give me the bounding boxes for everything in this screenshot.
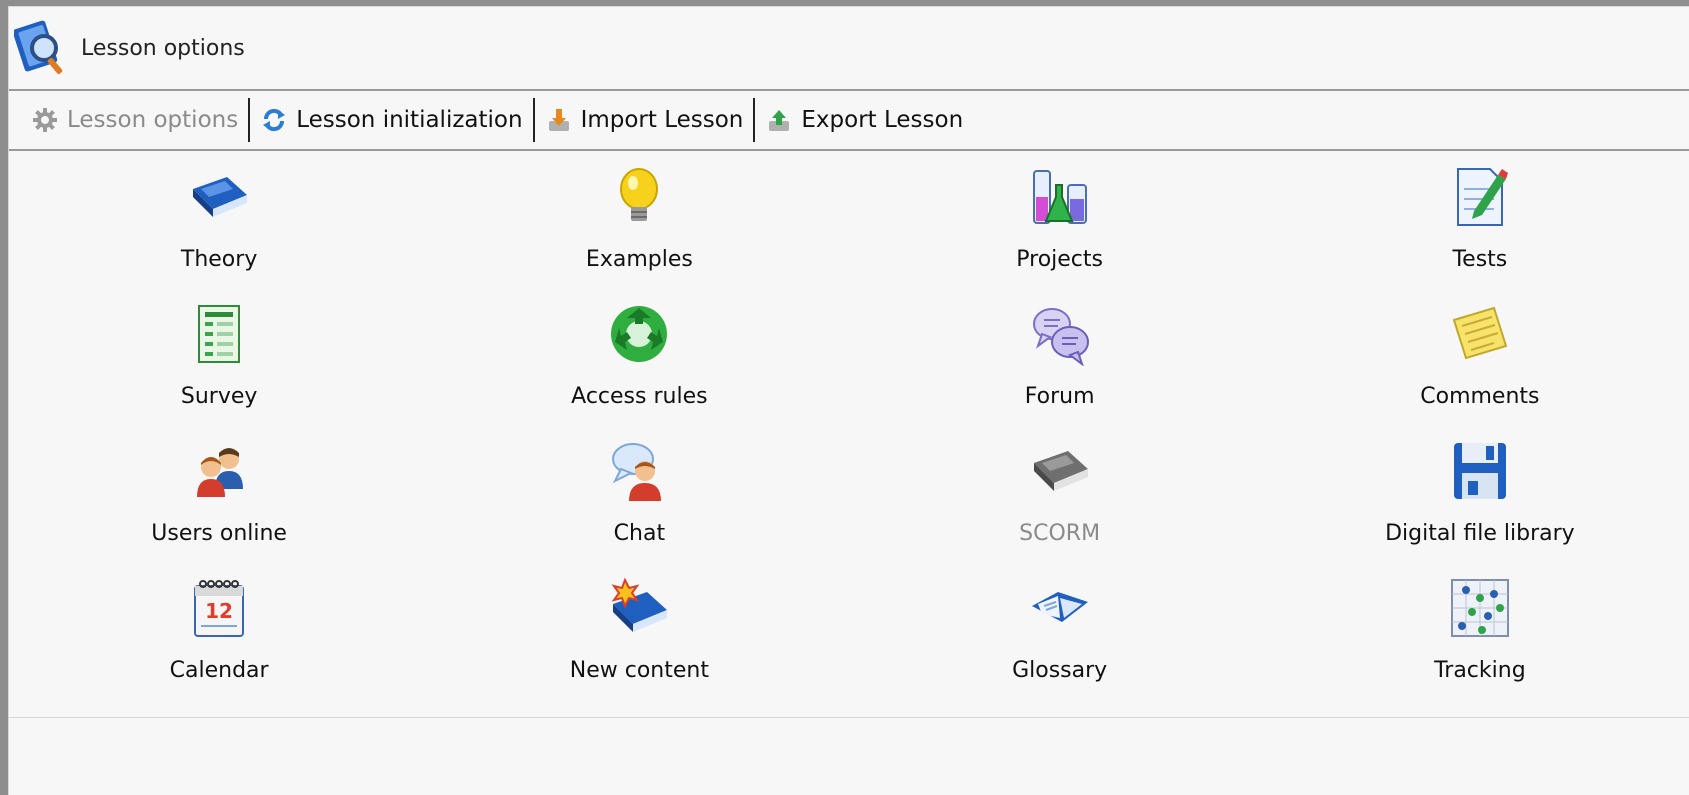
gray-book-icon (1024, 435, 1096, 507)
option-survey[interactable]: Survey (9, 298, 429, 435)
option-users-online[interactable]: Users online (9, 435, 429, 572)
option-label: Calendar (169, 658, 269, 683)
note-icon (1444, 298, 1516, 370)
toolbar-label: Export Lesson (801, 107, 964, 133)
tracking-grid-icon (1444, 572, 1516, 644)
refresh-icon (260, 106, 288, 134)
new-book-icon (603, 572, 675, 644)
users-icon (183, 435, 255, 507)
page-title: Lesson options (81, 35, 245, 61)
option-label: Digital file library (1385, 521, 1575, 546)
option-label: Theory (180, 247, 258, 272)
import-icon (545, 106, 573, 134)
options-grid: Theory Examples Projects Tests Survey Ac… (9, 151, 1689, 718)
svg-text:12: 12 (205, 599, 233, 623)
option-label: Glossary (1012, 658, 1108, 683)
option-label: Survey (180, 384, 258, 409)
panel-header: Lesson options (9, 7, 1689, 91)
option-access-rules[interactable]: Access rules (429, 298, 849, 435)
export-icon (765, 106, 793, 134)
option-tracking[interactable]: Tracking (1270, 572, 1689, 709)
option-label: Forum (1024, 384, 1095, 409)
option-forum[interactable]: Forum (850, 298, 1270, 435)
toolbar: Lesson options Lesson initialization Imp… (9, 91, 1689, 151)
toolbar-label: Import Lesson (580, 107, 744, 133)
lab-flasks-icon (1024, 161, 1096, 233)
open-book-icon (1024, 572, 1096, 644)
option-calendar[interactable]: 12 Calendar (9, 572, 429, 709)
survey-form-icon (183, 298, 255, 370)
calendar-icon: 12 (183, 572, 255, 644)
toolbar-lesson-initialization[interactable]: Lesson initialization (250, 98, 532, 142)
option-examples[interactable]: Examples (429, 161, 849, 298)
option-label: Users online (151, 521, 287, 546)
option-scorm[interactable]: SCORM (850, 435, 1270, 572)
option-projects[interactable]: Projects (850, 161, 1270, 298)
option-label: Chat (613, 521, 666, 546)
option-label: Tracking (1434, 658, 1526, 683)
option-label: Examples (585, 247, 693, 272)
option-comments[interactable]: Comments (1270, 298, 1689, 435)
toolbar-import-lesson[interactable]: Import Lesson (535, 98, 754, 142)
option-label: SCORM (1019, 521, 1101, 546)
option-label: Comments (1420, 384, 1540, 409)
floppy-disk-icon (1444, 435, 1516, 507)
option-new-content[interactable]: New content (429, 572, 849, 709)
gear-icon (31, 106, 59, 134)
option-theory[interactable]: Theory (9, 161, 429, 298)
speech-bubbles-icon (1024, 298, 1096, 370)
option-label: Projects (1016, 247, 1103, 272)
option-label: Access rules (571, 384, 708, 409)
book-icon (183, 161, 255, 233)
option-chat[interactable]: Chat (429, 435, 849, 572)
chat-user-icon (603, 435, 675, 507)
option-tests[interactable]: Tests (1270, 161, 1689, 298)
lightbulb-icon (603, 161, 675, 233)
toolbar-lesson-options[interactable]: Lesson options (21, 98, 248, 142)
option-label: New content (569, 658, 709, 683)
option-label: Tests (1452, 247, 1508, 272)
recycle-arrows-icon (603, 298, 675, 370)
option-digital-file-library[interactable]: Digital file library (1270, 435, 1689, 572)
toolbar-label: Lesson options (67, 107, 239, 133)
option-glossary[interactable]: Glossary (850, 572, 1270, 709)
lesson-options-panel: Lesson options Lesson options Lesson ini… (8, 6, 1689, 795)
test-document-icon (1444, 161, 1516, 233)
toolbar-label: Lesson initialization (296, 107, 523, 133)
lesson-search-icon (13, 17, 73, 79)
toolbar-export-lesson[interactable]: Export Lesson (755, 98, 973, 142)
